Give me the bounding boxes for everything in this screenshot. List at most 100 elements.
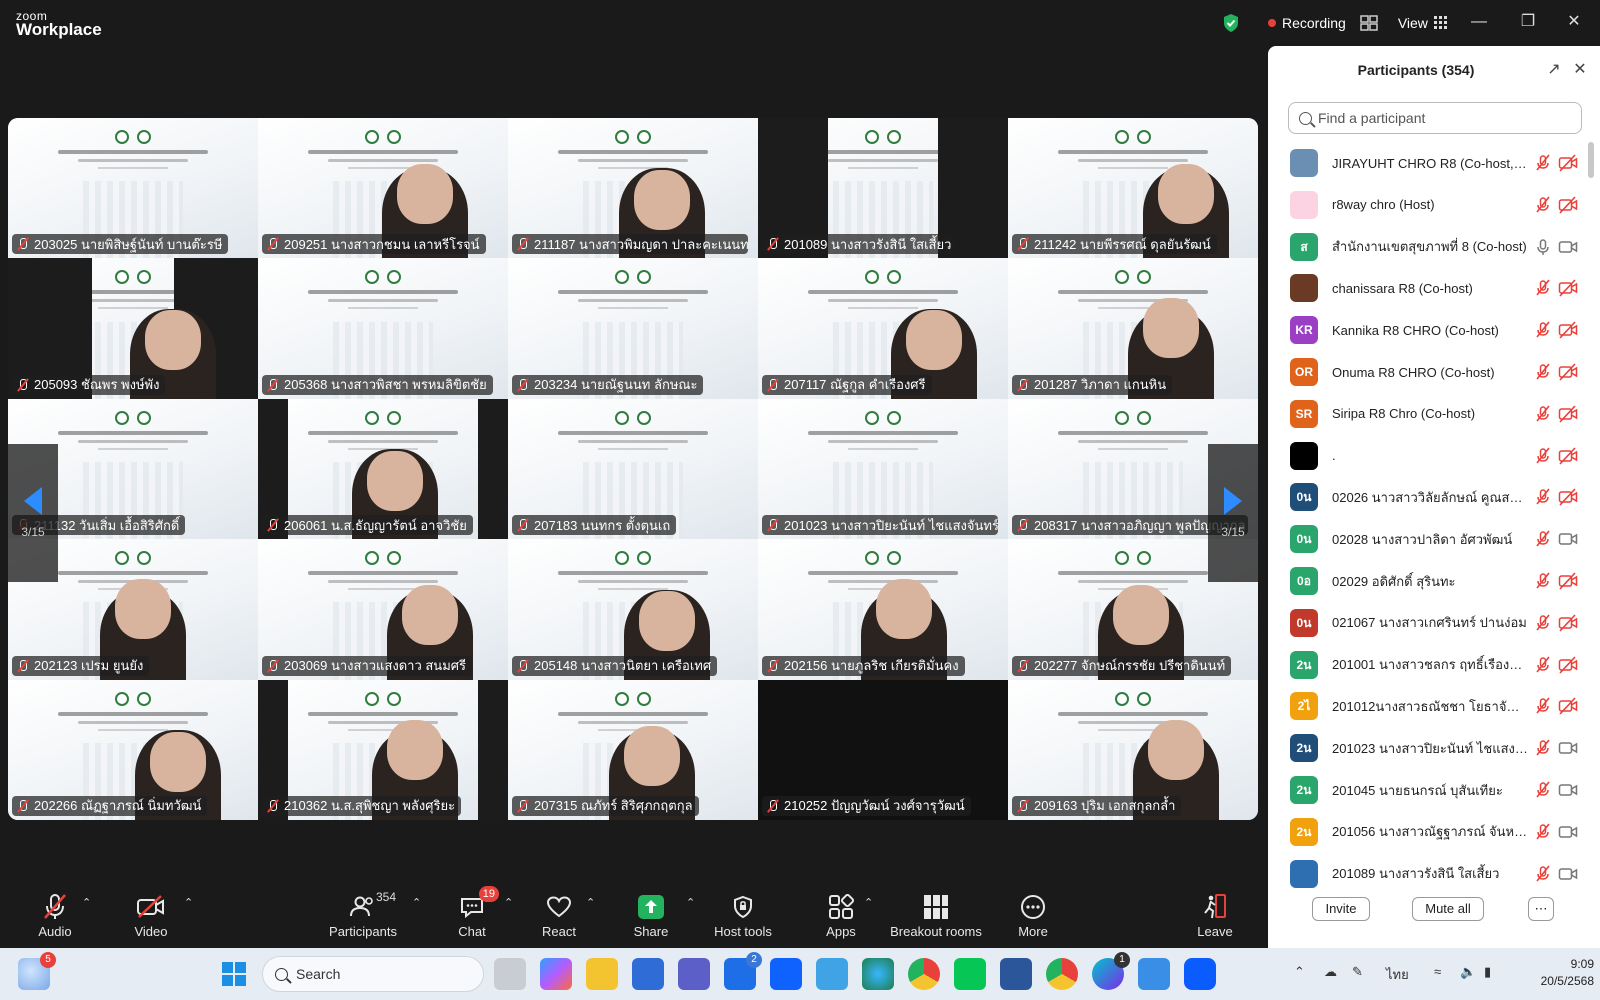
participants-button[interactable]: 354 Participants (318, 890, 408, 946)
participant-row[interactable]: 0อ 02029 อดิศักดิ์ สุรินทะ (1268, 560, 1586, 602)
video-off-icon[interactable] (1558, 363, 1578, 381)
participant-row[interactable]: SR Siripa R8 Chro (Co-host) (1268, 393, 1586, 435)
copilot-icon[interactable] (540, 958, 572, 990)
microphone-muted-icon[interactable] (1534, 823, 1552, 841)
video-tile[interactable]: 207117 ณัฐกูล คำเรืองศรี (758, 258, 1008, 399)
video-tile[interactable]: 205093 ชัณพร พงษ์พัง (8, 258, 258, 399)
video-off-icon[interactable] (1558, 488, 1578, 506)
react-caret-icon[interactable]: ⌃ (586, 896, 595, 909)
view-label[interactable]: View (1398, 15, 1428, 31)
participant-row[interactable]: JIRAYUHT CHRO R8 (Co-host, me) (1268, 142, 1586, 184)
video-icon[interactable] (1558, 865, 1578, 883)
microphone-icon[interactable] (1534, 238, 1552, 256)
grid-view-icon[interactable] (1433, 16, 1448, 30)
participant-row[interactable]: chanissara R8 (Co-host) (1268, 267, 1586, 309)
popout-icon[interactable]: ↗ (1544, 60, 1564, 80)
video-tile[interactable]: 210362 น.ส.สุพิชญา พลังศุริยะ (258, 679, 508, 820)
video-tile[interactable]: 211242 นายพีรรศณ์ ดุลยันรัฒน์ (1008, 118, 1258, 259)
video-tile[interactable]: 205148 นางสาวนิตยา เครือเทศ (508, 539, 758, 680)
participants-caret-icon[interactable]: ⌃ (412, 896, 421, 909)
recording-label[interactable]: Recording (1282, 15, 1346, 31)
microphone-muted-icon[interactable] (1534, 154, 1552, 172)
microphone-muted-icon[interactable] (1534, 321, 1552, 339)
microphone-muted-icon[interactable] (1534, 697, 1552, 715)
video-off-icon[interactable] (1558, 447, 1578, 465)
video-tile[interactable]: 203234 นายณัฐนนท ลักษณะ (508, 258, 758, 399)
video-tile[interactable]: 201023 นางสาวปิยะนันท์ ไชแสงจันทร์ (758, 398, 1008, 540)
host-tools-button[interactable]: Host tools (698, 892, 788, 946)
next-page-button[interactable]: 3/15 (1208, 444, 1258, 582)
participant-row[interactable]: ส สำนักงานเขตสุขภาพที่ 8 (Co-host) (1268, 226, 1586, 268)
video-tile[interactable]: 203025 นายพิสิษฐ์นันท์ บานต๊ะรษี (8, 118, 258, 259)
security-shield-icon[interactable] (1222, 13, 1240, 33)
share-button[interactable]: Share (606, 892, 696, 946)
participant-row[interactable]: 0น 021067 นางสาวเกศรินทร์ ปานง่อม (1268, 602, 1586, 644)
participant-row[interactable]: 201089 นางสาวรังสินี ใสเสี้ยว (1268, 853, 1586, 890)
video-icon[interactable] (1558, 823, 1578, 841)
start-windows-icon[interactable] (218, 958, 250, 990)
video-off-icon[interactable] (1558, 656, 1578, 674)
participant-row[interactable]: OR Onuma R8 CHRO (Co-host) (1268, 351, 1586, 393)
participant-row[interactable]: 2น 201001 นางสาวชลกร ฤทธิ์เรืองนาม (1268, 644, 1586, 686)
video-icon[interactable] (1558, 739, 1578, 757)
video-tile[interactable]: 210252 ปัญญวัฒน์ วงศ์จารุวัฒน์ (758, 679, 1008, 820)
participant-row[interactable]: r8way chro (Host) (1268, 184, 1586, 226)
photos-icon[interactable] (1138, 958, 1170, 990)
participant-row[interactable]: 0น 02028 นางสาวปาลิดา อัศวพัฒน์ (1268, 518, 1586, 560)
task-view-icon[interactable] (494, 958, 526, 990)
microphone-muted-icon[interactable] (1534, 656, 1552, 674)
participant-row[interactable]: 2น 201056 นางสาวณัฐฐาภรณ์ จันหยุ... (1268, 811, 1586, 853)
participant-row[interactable]: 2น 201045 นายธนกรณ์ บุสันเทียะ (1268, 769, 1586, 811)
video-off-icon[interactable] (1558, 321, 1578, 339)
panel-more-button[interactable]: ⋯ (1528, 897, 1554, 921)
battery-icon[interactable]: ▮ (1484, 964, 1491, 980)
video-off-icon[interactable] (1558, 614, 1578, 632)
chat-caret-icon[interactable]: ⌃ (504, 896, 513, 909)
video-off-icon[interactable] (1558, 196, 1578, 214)
l-app-icon[interactable]: 2 (724, 952, 762, 990)
video-off-icon[interactable] (1558, 697, 1578, 715)
tray-cloud-icon[interactable]: ☁ (1324, 964, 1337, 980)
line-icon[interactable] (954, 958, 986, 990)
video-tile[interactable]: 211187 นางสาวพิมญดา ปาละคะเนนทร์ (508, 118, 758, 259)
video-tile[interactable]: 209251 นางสาวกชมน เลาหรีโรจน์ (258, 118, 508, 259)
participant-row[interactable]: . (1268, 435, 1586, 477)
mute-all-button[interactable]: Mute all (1412, 897, 1484, 921)
invite-button[interactable]: Invite (1312, 897, 1370, 921)
participant-row[interactable]: 0น 02026 นาวสาววิลัยลักษณ์ คูณสวัสดิ... (1268, 476, 1586, 518)
tray-chevron-up-icon[interactable]: ⌃ (1294, 964, 1305, 980)
video-off-icon[interactable] (1558, 154, 1578, 172)
share-caret-icon[interactable]: ⌃ (686, 896, 695, 909)
restore-icon[interactable]: ❐ (1514, 10, 1542, 34)
notepad-icon[interactable] (816, 958, 848, 990)
microphone-muted-icon[interactable] (1534, 614, 1552, 632)
video-off-icon[interactable] (1558, 572, 1578, 590)
video-off-icon[interactable] (1558, 279, 1578, 297)
audio-options-caret-icon[interactable]: ⌃ (82, 896, 91, 909)
video-tile[interactable]: 207183 นนทกร ตั้งตุนเถ (508, 398, 758, 540)
leave-button[interactable]: Leave (1170, 892, 1260, 946)
close-icon[interactable]: ✕ (1560, 10, 1588, 34)
breakout-rooms-button[interactable]: Breakout rooms (890, 892, 982, 946)
teams-icon[interactable] (678, 958, 710, 990)
video-tile[interactable]: 202156 นายภูลริช เกียรติมั่นคง (758, 539, 1008, 680)
edge-icon[interactable] (862, 958, 894, 990)
video-tile[interactable]: 207315 ณภัทร์ สิริศุภกฤตกุล (508, 679, 758, 820)
store-icon[interactable] (632, 958, 664, 990)
video-tile[interactable]: 201287 วิภาดา แกนหิน (1008, 258, 1258, 399)
microphone-muted-icon[interactable] (1534, 739, 1552, 757)
word-icon[interactable] (1000, 958, 1032, 990)
gallery-layout-icon[interactable] (1360, 15, 1378, 31)
minimize-icon[interactable]: — (1465, 10, 1493, 34)
prev-page-button[interactable]: 3/15 (8, 444, 58, 582)
chrome-profile-icon[interactable] (1046, 958, 1078, 990)
microphone-muted-icon[interactable] (1534, 363, 1552, 381)
participant-row[interactable]: 2ไ 201012นางสาวธณัชชา โยธาจันทร์ (1268, 685, 1586, 727)
weather-icon[interactable]: 5 (18, 952, 56, 990)
video-tile[interactable]: 206061 น.ส.ธัญญารัตน์ อาจวิชัย (258, 398, 508, 540)
participant-search[interactable] (1288, 102, 1582, 134)
file-explorer-icon[interactable] (586, 958, 618, 990)
video-tile[interactable]: 202266 ณัฏฐาภรณ์ นิ่มทวัฒน์ (8, 679, 258, 820)
microphone-muted-icon[interactable] (1534, 279, 1552, 297)
video-icon[interactable] (1558, 530, 1578, 548)
